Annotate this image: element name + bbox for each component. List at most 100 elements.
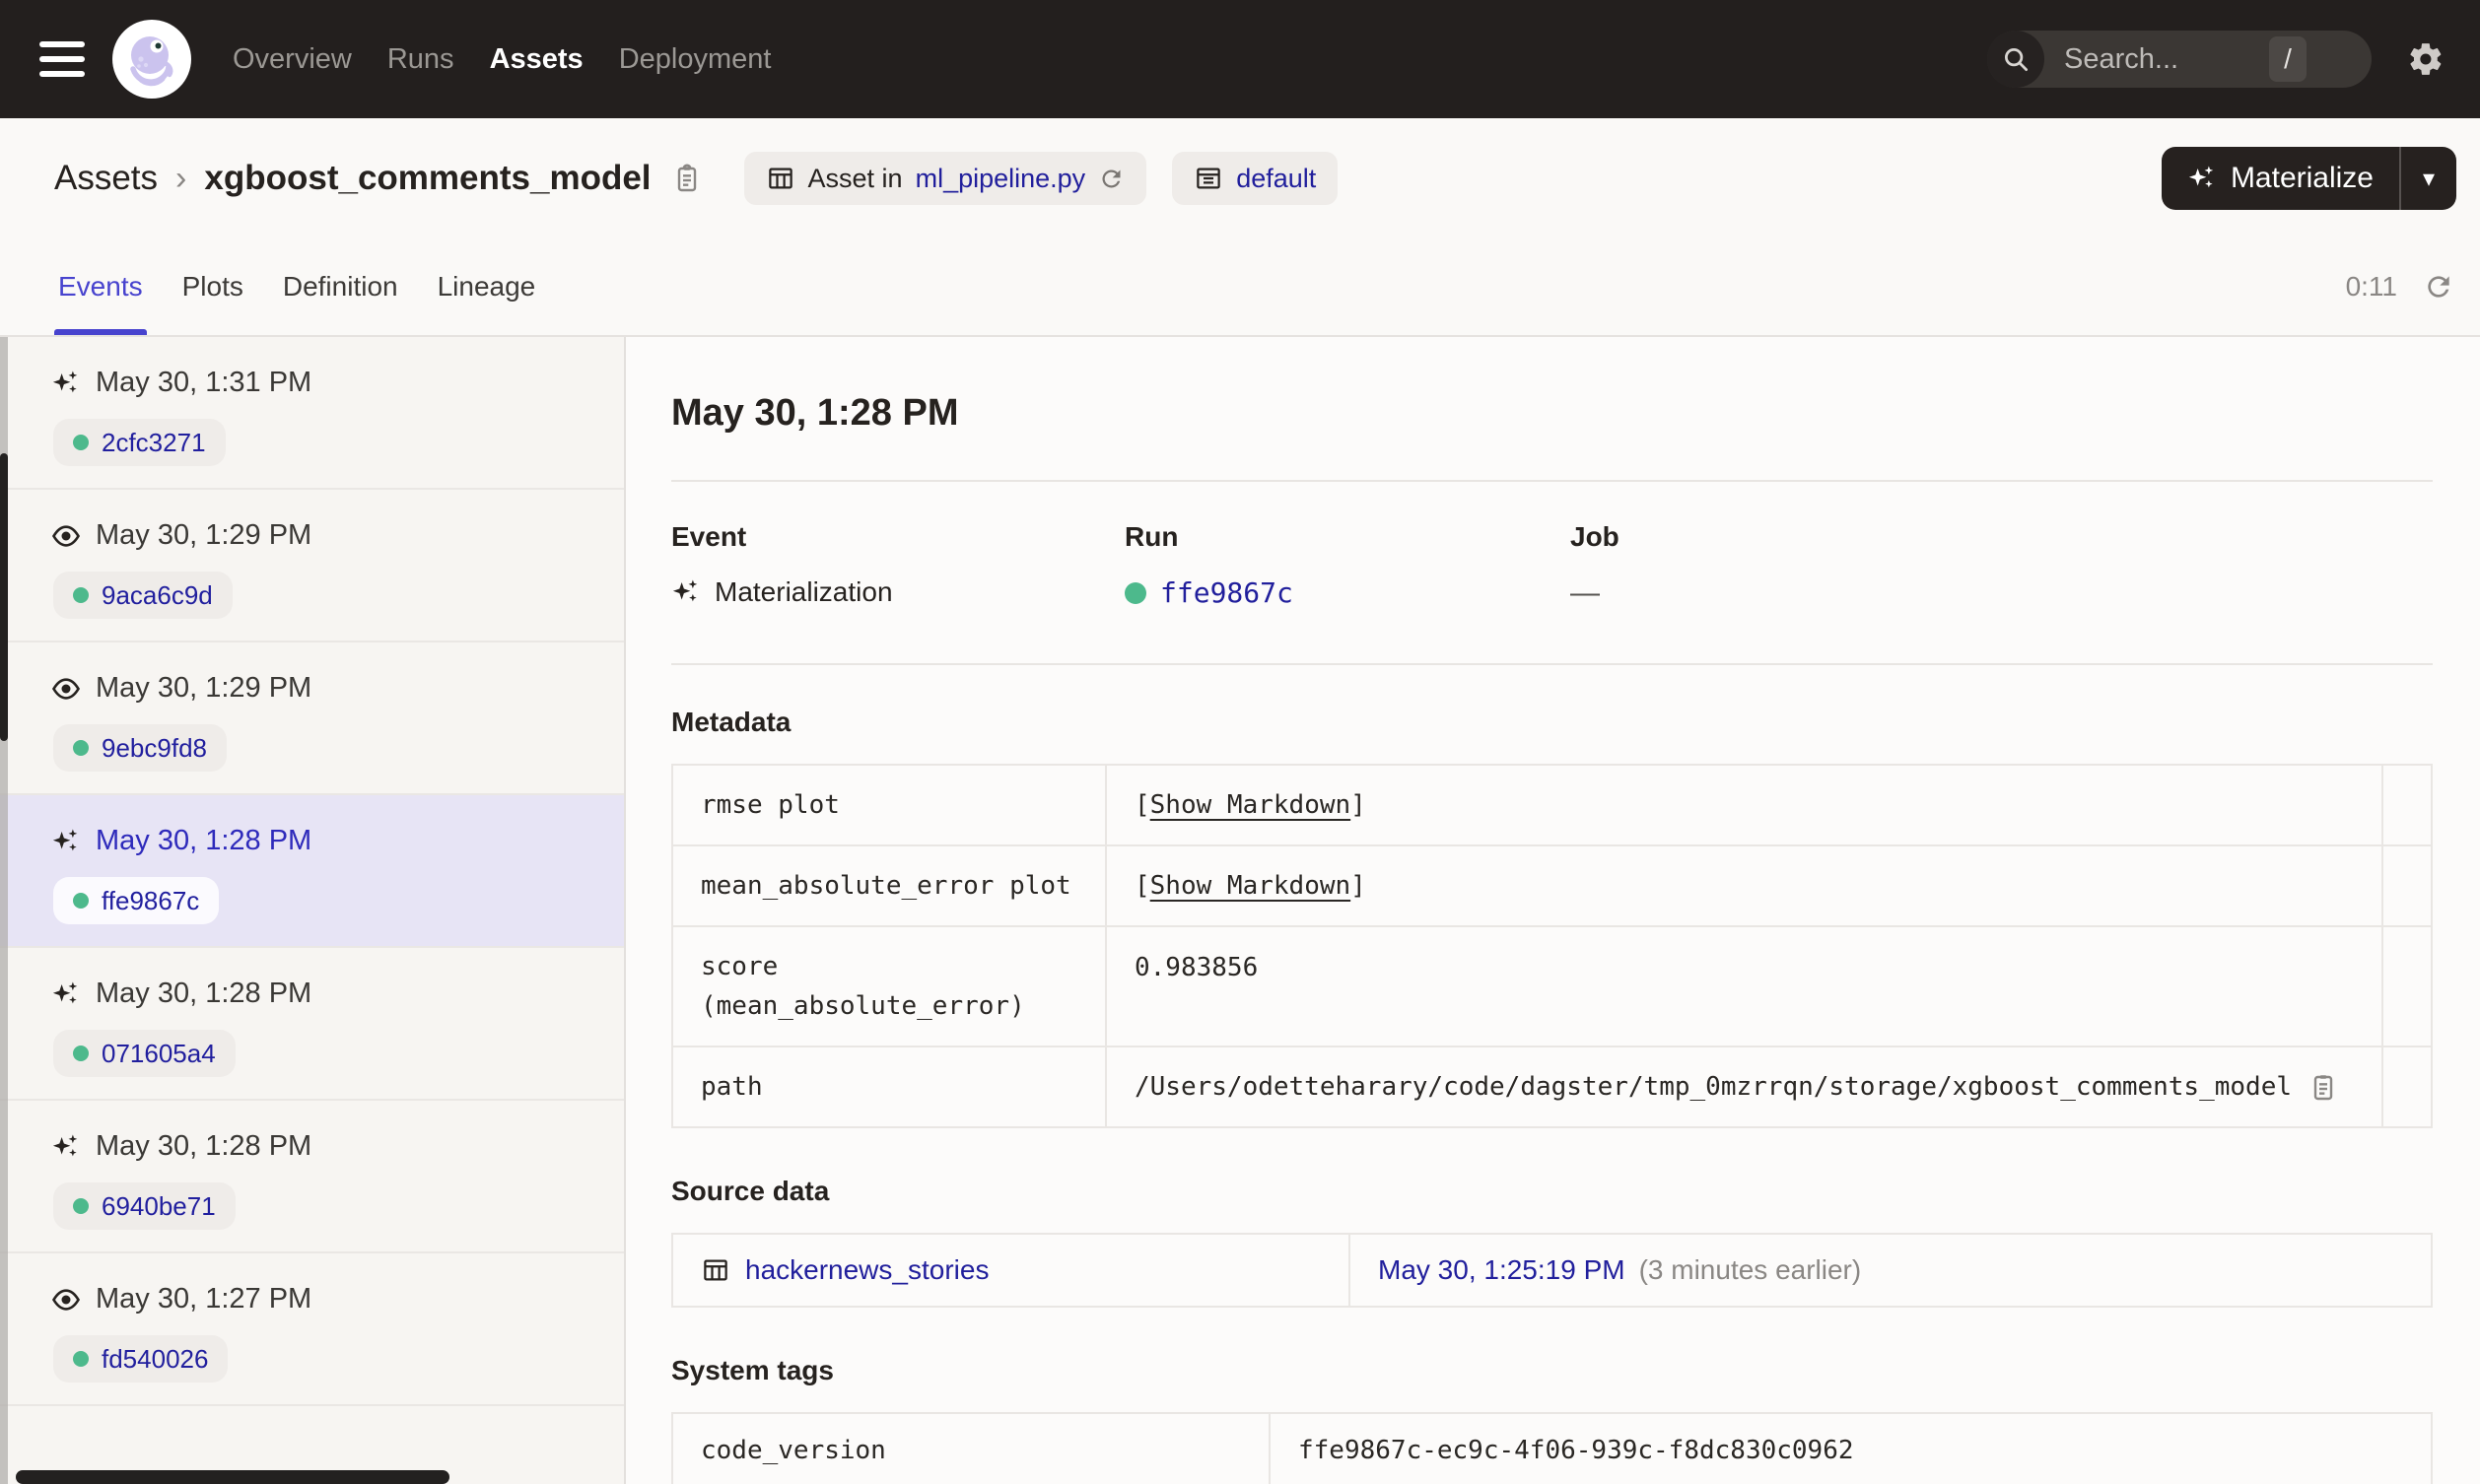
asset-group-pill[interactable]: default [1172,152,1339,205]
code-location-file-link[interactable]: ml_pipeline.py [916,164,1086,194]
materialize-split-button: Materialize ▾ [2161,147,2456,210]
run-id-pill[interactable]: 9ebc9fd8 [53,724,227,772]
event-list-item[interactable]: May 30, 1:28 PM 071605a4 [0,948,624,1101]
observation-eye-icon [51,674,81,704]
materialize-dropdown-caret-icon[interactable]: ▾ [2401,147,2456,210]
metadata-key: score (mean_absolute_error) [671,925,1107,1047]
event-list-item[interactable]: May 30, 1:29 PM 9ebc9fd8 [0,642,624,795]
run-id-link[interactable]: 9ebc9fd8 [102,733,207,764]
breadcrumb-assets-link[interactable]: Assets [54,159,158,198]
system-tags-table: code_version ffe9867c-ec9c-4f06-939c-f8d… [671,1412,2433,1484]
asset-header-row: Assets › xgboost_comments_model Asset in… [0,118,2480,238]
reload-code-location-icon[interactable] [1098,166,1125,192]
run-success-dot [73,740,89,756]
run-id-link[interactable]: ffe9867c [1160,576,1293,609]
event-timestamp[interactable]: May 30, 1:29 PM [96,672,311,705]
nav-deployment[interactable]: Deployment [619,43,772,76]
search-icon [1987,31,2044,88]
run-id-link[interactable]: ffe9867c [102,886,199,916]
show-markdown-link[interactable]: [Show Markdown] [1135,871,1366,901]
nav-assets[interactable]: Assets [490,43,584,76]
run-id-pill[interactable]: 6940be71 [53,1182,236,1230]
event-list-item[interactable]: May 30, 1:28 PM 6940be71 [0,1101,624,1253]
page-title: xgboost_comments_model [204,159,652,197]
sidebar-horizontal-scrollbar[interactable] [16,1470,449,1484]
divider [671,480,2433,482]
sidebar-vertical-scrollbar[interactable] [0,453,8,741]
run-id-pill[interactable]: 071605a4 [53,1030,236,1077]
run-id-pill[interactable]: fd540026 [53,1335,229,1383]
show-markdown-link[interactable]: [Show Markdown] [1135,790,1366,820]
asset-table-icon [768,168,792,189]
event-timestamp[interactable]: May 30, 1:31 PM [96,367,311,399]
metadata-heading: Metadata [671,707,792,737]
materialization-sparkle-icon [51,369,81,398]
run-id-pill[interactable]: 9aca6c9d [53,572,233,619]
event-summary-grid: Event Materialization Run ffe9867c Job — [671,521,2433,610]
system-tags-heading: System tags [671,1355,834,1385]
source-materialization-time-link[interactable]: May 30, 1:25:19 PM [1378,1254,1625,1286]
event-list-sidebar: May 30, 1:31 PM 2cfc3271 May 30, 1:29 PM… [0,337,626,1484]
copy-path-icon[interactable] [2308,1071,2339,1103]
table-row: hackernews_stories May 30, 1:25:19 PM (3… [671,1233,2433,1308]
event-list-item[interactable]: May 30, 1:31 PM 2cfc3271 [0,337,624,490]
nav-runs[interactable]: Runs [387,43,454,76]
breadcrumb-chevron-icon: › [175,159,187,197]
tabs: Events Plots Definition Lineage [54,238,539,335]
event-timestamp[interactable]: May 30, 1:28 PM [96,825,311,857]
observation-eye-icon [51,1285,81,1315]
storage-path-link[interactable]: /Users/odetteharary/code/dagster/tmp_0mz… [1135,1072,2292,1102]
nav-overview[interactable]: Overview [233,43,352,76]
copy-asset-name-icon[interactable] [671,163,703,194]
run-id-pill[interactable]: 2cfc3271 [53,419,226,466]
event-timestamp[interactable]: May 30, 1:27 PM [96,1283,311,1315]
top-navigation-bar: Overview Runs Assets Deployment Search..… [0,0,2480,118]
run-success-dot [1125,581,1146,604]
tab-events[interactable]: Events [54,238,147,335]
asset-tabs-row: Events Plots Definition Lineage 0:11 [0,238,2480,337]
run-id-link[interactable]: fd540026 [102,1344,208,1375]
asset-group-link[interactable]: default [1236,164,1316,194]
metadata-key: mean_absolute_error plot [671,844,1107,927]
event-list-item-selected[interactable]: May 30, 1:28 PM ffe9867c [0,795,624,948]
tab-plots[interactable]: Plots [178,238,247,335]
dagster-logo[interactable] [112,20,191,99]
event-timestamp[interactable]: May 30, 1:29 PM [96,519,311,552]
tab-definition[interactable]: Definition [279,238,402,335]
source-asset-link[interactable]: hackernews_stories [745,1254,989,1286]
code-location-prefix: Asset in [807,163,903,193]
source-time-note: (3 minutes earlier) [1638,1254,1862,1285]
event-timestamp[interactable]: May 30, 1:28 PM [96,1130,311,1163]
run-id-link[interactable]: 6940be71 [102,1191,216,1222]
run-id-link[interactable]: 071605a4 [102,1039,216,1069]
materialize-button[interactable]: Materialize [2162,147,2399,210]
gear-icon[interactable] [2407,40,2445,78]
run-id-link[interactable]: 2cfc3271 [102,428,206,458]
metadata-actions-cell [2381,1046,2433,1128]
source-data-table: hackernews_stories May 30, 1:25:19 PM (3… [671,1233,2433,1308]
tab-lineage[interactable]: Lineage [434,238,540,335]
sparkle-icon [2188,166,2214,188]
event-detail-panel: May 30, 1:28 PM Event Materialization Ru… [626,337,2480,1484]
search-input[interactable]: Search... / [1987,31,2372,88]
run-id-pill[interactable]: ffe9867c [53,877,220,924]
table-row: rmse plot [Show Markdown] [671,764,2433,846]
event-detail-title: May 30, 1:28 PM [671,392,959,434]
run-id-link[interactable]: 9aca6c9d [102,580,213,611]
table-row: score (mean_absolute_error) 0.983856 [671,925,2433,1047]
metadata-actions-cell [2381,844,2433,927]
metadata-key: path [671,1046,1107,1128]
event-timestamp[interactable]: May 30, 1:28 PM [96,978,311,1010]
refresh-icon[interactable] [2423,271,2454,303]
metadata-key: rmse plot [671,764,1107,846]
event-column-label: Event [671,521,747,552]
topbar-right: Search... / [1987,31,2445,88]
hamburger-menu-icon[interactable] [39,41,85,77]
metadata-actions-cell [2381,925,2433,1047]
table-row: mean_absolute_error plot [Show Markdown] [671,844,2433,927]
event-list-item[interactable]: May 30, 1:29 PM 9aca6c9d [0,490,624,642]
code-location-pill[interactable]: Asset in ml_pipeline.py [743,152,1147,205]
event-list-item[interactable]: May 30, 1:27 PM fd540026 [0,1253,624,1406]
search-placeholder: Search... [2064,42,2179,75]
materialization-sparkle-icon [672,579,698,602]
